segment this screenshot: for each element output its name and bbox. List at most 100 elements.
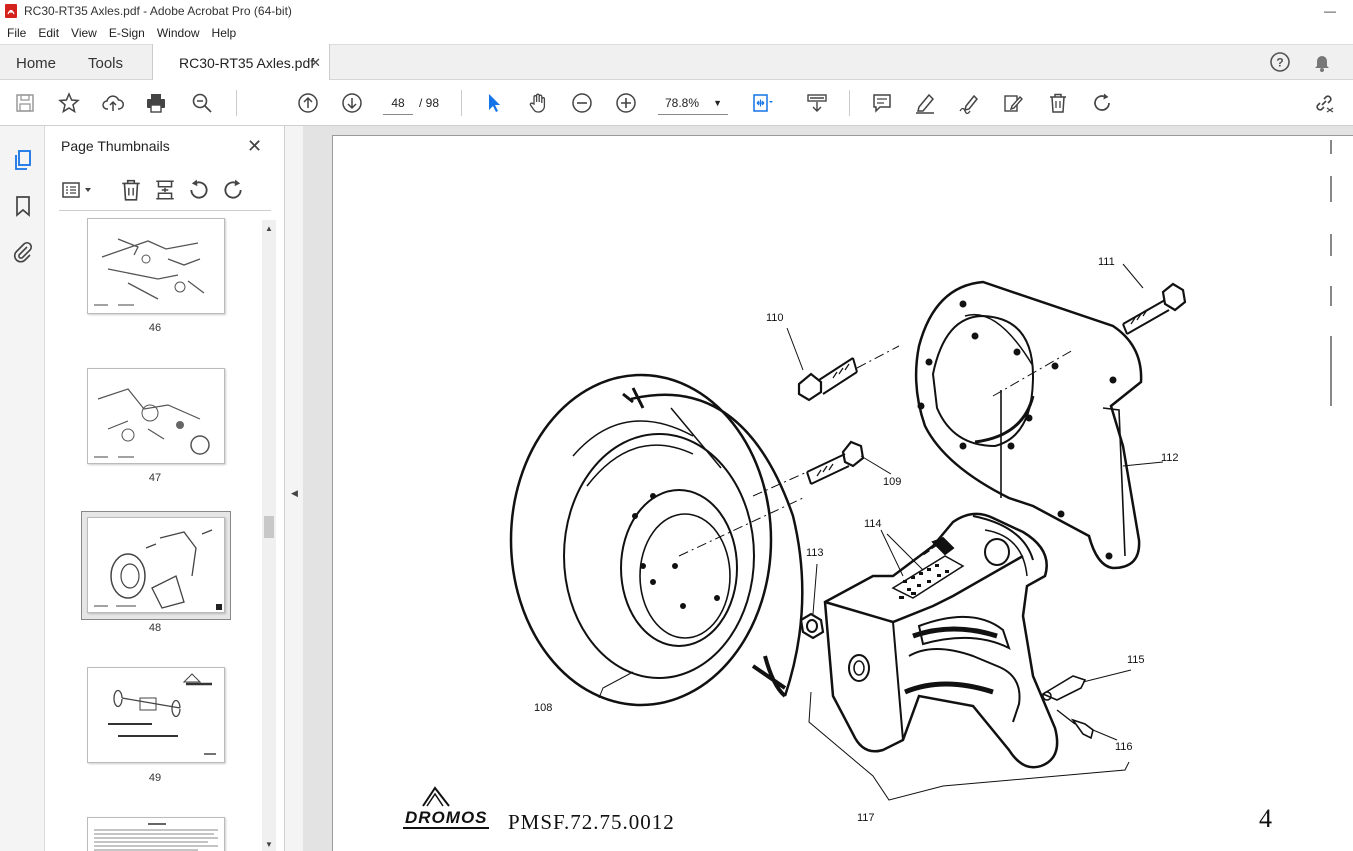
thumbnail-page-46[interactable] [87, 218, 225, 314]
page-total: / 98 [419, 96, 440, 110]
draw-signature-icon[interactable] [957, 91, 981, 115]
thumbnail-preview [94, 823, 218, 851]
menu-bar: File Edit View E-Sign Window Help [0, 22, 1353, 44]
thumbnail-label-47: 47 [148, 472, 162, 484]
delete-page-icon[interactable] [119, 178, 143, 202]
zoom-level-value: 78.8% [665, 96, 700, 110]
select-pointer-icon[interactable] [482, 91, 506, 115]
tools-divider [59, 210, 271, 211]
scroll-mode-icon[interactable] [805, 91, 829, 115]
fit-page-icon[interactable] [750, 91, 774, 115]
callout-116: 116 [1115, 741, 1133, 753]
hand-tool-icon[interactable] [526, 91, 550, 115]
menu-view[interactable]: View [64, 26, 102, 40]
menu-help[interactable]: Help [205, 26, 242, 40]
callout-110: 110 [766, 312, 784, 324]
thumbnail-page-47[interactable] [87, 368, 225, 464]
attachments-paperclip-icon[interactable] [11, 240, 35, 264]
zoom-search-icon[interactable] [190, 91, 214, 115]
callout-108: 108 [534, 702, 553, 714]
dromos-brand-text: DROMOS [405, 808, 488, 827]
thumbnail-label-46: 46 [148, 322, 162, 334]
thumbnail-tools [59, 178, 273, 202]
exploded-brake-drawing [509, 140, 1332, 801]
tab-document[interactable]: RC30-RT35 Axles.pdf ✕ [152, 44, 330, 81]
rotate-clockwise-page-icon[interactable] [221, 178, 245, 202]
thumbnail-preview [94, 529, 222, 610]
document-code: PMSF.72.75.0012 [508, 810, 675, 834]
window-controls: — [1307, 0, 1353, 22]
delete-trash-icon[interactable] [1046, 91, 1070, 115]
main-toolbar: 48 / 98 78.8% ▼ [0, 80, 1353, 126]
menu-edit[interactable]: Edit [31, 26, 64, 40]
bookmarks-icon[interactable] [11, 194, 35, 218]
fill-sign-icon[interactable] [1001, 91, 1025, 115]
window-title: RC30-RT35 Axles.pdf - Adobe Acrobat Pro … [24, 4, 292, 18]
menu-window[interactable]: Window [150, 26, 205, 40]
page-thumbnails-panel: Page Thumbnails ✕ 46 47 48 49 [45, 126, 285, 851]
zoom-in-icon[interactable] [614, 91, 638, 115]
page-number-input[interactable]: 48 [383, 91, 413, 115]
scroll-up-icon[interactable]: ▲ [265, 224, 273, 233]
left-navigation-rail [0, 126, 45, 851]
callout-113: 113 [806, 547, 824, 559]
close-panel-icon[interactable]: ✕ [247, 136, 262, 157]
pdf-page: 111 110 112 109 114 113 115 108 116 117 … [332, 135, 1353, 851]
thumbnail-page-48[interactable] [87, 517, 225, 613]
thumbnail-page-next[interactable] [87, 817, 225, 851]
page-thumbnails-icon[interactable] [11, 148, 35, 172]
svg-text:?: ? [1276, 56, 1283, 70]
chevron-down-icon: ▼ [713, 98, 722, 108]
menu-file[interactable]: File [0, 26, 31, 40]
thumbnail-preview [94, 238, 205, 306]
document-page-number: 4 [1259, 804, 1272, 833]
thumbnail-preview [94, 388, 210, 458]
thumbnail-preview [108, 673, 216, 755]
highlight-pen-icon[interactable] [913, 91, 937, 115]
thumbnail-label-48: 48 [148, 622, 162, 634]
document-viewer[interactable]: 111 110 112 109 114 113 115 108 116 117 … [303, 126, 1353, 851]
collapse-panel-icon[interactable]: ◀ [291, 488, 298, 499]
callout-112: 112 [1161, 452, 1179, 464]
callout-115: 115 [1127, 654, 1145, 666]
thumbnail-label-49: 49 [148, 772, 162, 784]
panel-splitter[interactable]: ◀ [285, 126, 303, 851]
previous-page-icon[interactable] [296, 91, 320, 115]
toolbar-separator [236, 90, 237, 116]
save-icon[interactable] [13, 91, 37, 115]
help-icon[interactable]: ? [1269, 51, 1291, 73]
minimize-icon[interactable]: — [1307, 0, 1353, 22]
title-bar: RC30-RT35 Axles.pdf - Adobe Acrobat Pro … [0, 0, 1353, 22]
acrobat-app-icon [5, 4, 17, 18]
callout-114: 114 [864, 518, 882, 530]
panel-title: Page Thumbnails [61, 138, 170, 154]
zoom-out-icon[interactable] [570, 91, 594, 115]
upload-cloud-icon[interactable] [101, 91, 125, 115]
rotate-clockwise-icon[interactable] [1090, 91, 1114, 115]
toolbar-separator [849, 90, 850, 116]
callout-111: 111 [1098, 256, 1115, 268]
callout-117: 117 [857, 812, 875, 824]
tab-tools[interactable]: Tools [88, 45, 123, 81]
close-tab-icon[interactable]: ✕ [310, 55, 321, 71]
scrollbar-thumb[interactable] [264, 516, 274, 538]
print-icon[interactable] [144, 91, 168, 115]
tabbar-right-icons: ? [1269, 51, 1333, 73]
comment-icon[interactable] [870, 91, 894, 115]
rotate-counterclockwise-icon[interactable] [187, 178, 211, 202]
callout-109: 109 [883, 476, 902, 488]
tab-home[interactable]: Home [16, 45, 56, 81]
extract-page-icon[interactable] [153, 178, 177, 202]
thumbnail-page-49[interactable] [87, 667, 225, 763]
thumbnail-scrollbar[interactable]: ▲ ▼ [262, 220, 276, 851]
tab-bar: Home Tools RC30-RT35 Axles.pdf ✕ ? [0, 44, 1353, 81]
scroll-down-icon[interactable]: ▼ [265, 840, 273, 849]
menu-esign[interactable]: E-Sign [102, 26, 150, 40]
next-page-icon[interactable] [340, 91, 364, 115]
notification-bell-icon[interactable] [1311, 51, 1333, 73]
document-tab-label: RC30-RT35 Axles.pdf [179, 54, 315, 71]
thumbnail-options-menu-icon[interactable] [61, 178, 95, 202]
bookmark-star-icon[interactable] [57, 91, 81, 115]
zoom-level-select[interactable]: 78.8% ▼ [658, 91, 728, 115]
share-link-icon[interactable] [1312, 91, 1336, 115]
